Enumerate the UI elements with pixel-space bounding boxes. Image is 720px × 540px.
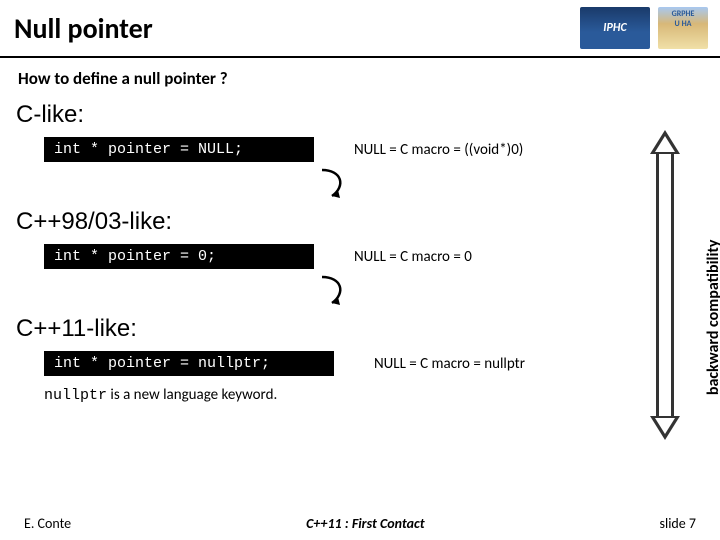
logo-group: IPHC GRPHE U HA xyxy=(580,7,708,49)
header: Null pointer IPHC GRPHE U HA xyxy=(0,0,720,58)
code-c-like: int * pointer = NULL; xyxy=(44,137,314,162)
code-cpp98: int * pointer = 0; xyxy=(44,244,314,269)
footer-author: E. Conte xyxy=(24,515,71,532)
explain-cpp98: NULL = C macro = 0 xyxy=(354,248,472,266)
row-c-like: int * pointer = NULL; NULL = C macro = (… xyxy=(44,137,706,162)
footer: E. Conte C++11 : First Contact slide 7 xyxy=(0,515,720,532)
footer-slide-number: slide 7 xyxy=(660,515,696,532)
double-arrow-icon xyxy=(650,130,680,440)
row-cpp11: int * pointer = nullptr; NULL = C macro … xyxy=(44,351,706,376)
subtitle: How to define a null pointer ? xyxy=(18,68,706,89)
slide: Null pointer IPHC GRPHE U HA How to defi… xyxy=(0,0,720,540)
subtitle-row: How to define a null pointer ? xyxy=(0,58,720,97)
grphe-text1: GRPHE xyxy=(672,9,695,19)
keyword-rest: is a new language keyword. xyxy=(107,386,277,404)
keyword-note: nullptr is a new language keyword. xyxy=(44,386,706,404)
curve-arrow-icon xyxy=(314,166,354,204)
heading-cpp98: C++98/03-like: xyxy=(16,208,706,236)
curve-arrow-icon xyxy=(314,273,354,311)
page-title: Null pointer xyxy=(14,11,153,46)
content: C-like: int * pointer = NULL; NULL = C m… xyxy=(0,101,720,404)
backward-compat-label: backward compatibility xyxy=(705,240,720,396)
keyword-mono: nullptr xyxy=(44,387,107,404)
code-cpp11: int * pointer = nullptr; xyxy=(44,351,334,376)
explain-c-like: NULL = C macro = ((void*)0) xyxy=(354,141,523,159)
iphc-logo-icon: IPHC xyxy=(580,7,650,49)
grphe-text2: U HA xyxy=(675,19,692,29)
grphe-logo-icon: GRPHE U HA xyxy=(658,7,708,49)
footer-title: C++11 : First Contact xyxy=(306,515,425,532)
explain-cpp11: NULL = C macro = nullptr xyxy=(374,355,525,373)
row-cpp98: int * pointer = 0; NULL = C macro = 0 xyxy=(44,244,706,269)
heading-cpp11: C++11-like: xyxy=(16,315,706,343)
heading-c-like: C-like: xyxy=(16,101,706,129)
